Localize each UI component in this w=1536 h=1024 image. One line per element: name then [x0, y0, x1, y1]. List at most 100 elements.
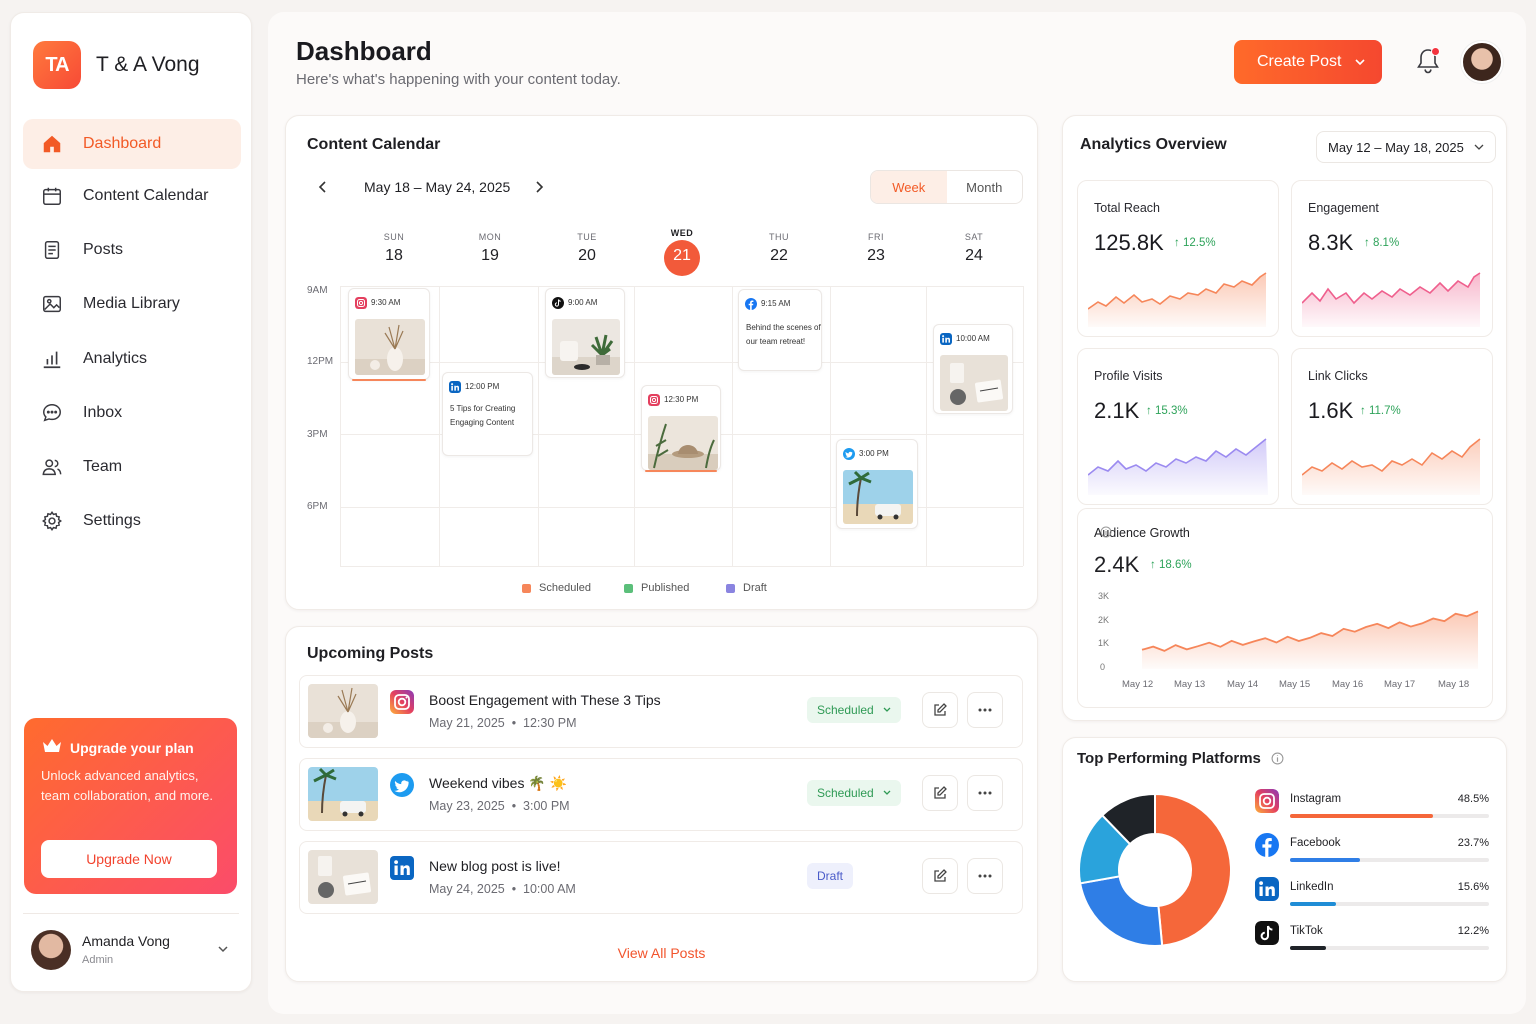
facebook-icon — [745, 298, 757, 310]
metric-change: ↑ 8.1% — [1364, 237, 1400, 249]
post-date: May 23, 2025 — [429, 799, 505, 813]
post-time: 10:00 AM — [523, 882, 576, 896]
avatar[interactable] — [1461, 41, 1503, 83]
sidebar-item-settings[interactable]: Settings — [23, 496, 241, 546]
content-calendar-card: Content Calendar May 18 – May 24, 2025 W… — [285, 115, 1038, 610]
sidebar-item-posts[interactable]: Posts — [23, 225, 241, 275]
create-post-button[interactable]: Create Post — [1234, 40, 1382, 84]
info-icon[interactable] — [1271, 752, 1284, 765]
post-time: 9:00 AM — [568, 298, 598, 307]
edit-icon — [934, 786, 947, 799]
analytics-overview-card: Analytics Overview May 12 – May 18, 2025… — [1062, 115, 1507, 721]
calendar-post[interactable]: 12:00 PM 5 Tips for Creating Engaging Co… — [442, 372, 533, 456]
metric-value: 125.8K — [1094, 230, 1164, 255]
grid-line — [340, 362, 1023, 363]
platforms-title-text: Top Performing Platforms — [1077, 750, 1261, 767]
platforms-title: Top Performing Platforms — [1077, 750, 1284, 767]
chevron-left-icon[interactable] — [317, 180, 329, 194]
sidebar-item-analytics[interactable]: Analytics — [23, 334, 241, 384]
day-header: THU 22 — [749, 232, 809, 265]
legend-item: Scheduled — [522, 582, 591, 594]
calendar-post[interactable]: 10:00 AM — [933, 324, 1013, 414]
calendar-post[interactable]: 9:30 AM — [348, 288, 430, 381]
status-badge[interactable]: Scheduled — [807, 780, 901, 806]
metric-label: Profile Visits — [1094, 369, 1163, 383]
time-label: 12PM — [307, 356, 334, 367]
sidebar-item-inbox[interactable]: Inbox — [23, 388, 241, 438]
status-bar-scheduled — [352, 379, 426, 381]
metric-change-value: 12.5% — [1182, 237, 1216, 249]
top-platforms-card: Top Performing Platforms Instagram 48.5%… — [1062, 737, 1507, 982]
view-toggle: Week Month — [870, 170, 1023, 204]
sidebar-item-content-calendar[interactable]: Content Calendar — [23, 171, 241, 221]
chevron-down-icon — [883, 790, 891, 795]
progress-fill — [1290, 902, 1337, 906]
sidebar-item-label: Posts — [83, 241, 124, 258]
divider — [23, 913, 239, 914]
metric-card: Link Clicks 1.6K ↑ 11.7% — [1291, 348, 1493, 505]
post-thumbnail — [308, 767, 378, 821]
sidebar-item-label: Team — [83, 458, 123, 475]
calendar-post[interactable]: 9:15 AM Behind the scenes of our team re… — [738, 289, 822, 371]
calendar-post[interactable]: 12:30 PM — [641, 385, 721, 472]
avatar[interactable] — [31, 930, 71, 970]
facebook-icon — [1255, 833, 1279, 857]
progress-fill — [1290, 946, 1327, 950]
tab-month[interactable]: Month — [947, 171, 1023, 203]
grid-line — [340, 507, 1023, 508]
platform-row: Instagram 48.5% — [1255, 789, 1489, 829]
chevron-down-icon — [883, 707, 891, 712]
list-item[interactable]: Boost Engagement with These 3 Tips May 2… — [299, 675, 1023, 748]
legend-label: Scheduled — [539, 582, 591, 594]
calendar-post[interactable]: 9:00 AM — [545, 288, 625, 378]
chevron-right-icon[interactable] — [533, 180, 545, 194]
sidebar: TA T & A Vong Dashboard Content Calendar… — [10, 12, 252, 992]
sidebar-item-label: Content Calendar — [83, 187, 209, 204]
sidebar-item-team[interactable]: Team — [23, 442, 241, 492]
brand-logo[interactable]: TA — [33, 41, 81, 89]
post-thumbnail — [308, 850, 378, 904]
legend-item: Draft — [726, 582, 767, 594]
post-time: 3:00 PM — [859, 449, 889, 458]
post-text: Behind the scenes of our team retreat! — [746, 323, 821, 346]
edit-button[interactable] — [922, 775, 958, 811]
legend-swatch — [522, 583, 531, 593]
tab-week[interactable]: Week — [871, 171, 947, 203]
sidebar-item-media-library[interactable]: Media Library — [23, 279, 241, 329]
metric-change-value: 8.1% — [1372, 237, 1400, 249]
sidebar-item-label: Dashboard — [83, 135, 162, 152]
edit-button[interactable] — [922, 692, 958, 728]
grid-line — [340, 566, 1023, 567]
more-button[interactable] — [967, 692, 1003, 728]
metric-change-value: 11.7% — [1368, 405, 1401, 417]
view-all-posts-link[interactable]: View All Posts — [286, 945, 1037, 961]
progress-fill — [1290, 814, 1434, 818]
sparkline — [1302, 438, 1481, 495]
list-item[interactable]: New blog post is live! May 24, 2025 • 10… — [299, 841, 1023, 914]
day-date: 21 — [673, 247, 691, 264]
status-badge[interactable]: Draft — [807, 863, 854, 889]
legend-label: Published — [641, 582, 690, 594]
edit-button[interactable] — [922, 858, 958, 894]
post-time: 3:00 PM — [523, 799, 570, 813]
status-badge[interactable]: Scheduled — [807, 697, 901, 723]
day-name: TUE — [577, 232, 597, 242]
grid-line — [1023, 286, 1024, 566]
chevron-down-icon[interactable] — [217, 943, 229, 955]
instagram-icon — [390, 690, 414, 714]
linkedin-icon — [1255, 877, 1279, 901]
list-item[interactable]: Weekend vibes 🌴 ☀️ May 23, 2025 • 3:00 P… — [299, 758, 1023, 831]
date-range-select[interactable]: May 12 – May 18, 2025 — [1316, 131, 1496, 163]
more-button[interactable] — [967, 858, 1003, 894]
post-title: Weekend vibes 🌴 ☀️ — [429, 775, 568, 791]
calendar-post[interactable]: 3:00 PM — [836, 439, 918, 529]
sidebar-item-dashboard[interactable]: Dashboard — [23, 119, 241, 169]
progress-track — [1290, 858, 1489, 862]
metric-value: 1.6K — [1308, 398, 1354, 423]
metric-card: Total Reach 125.8K ↑ 12.5% — [1077, 180, 1279, 337]
chat-bubble-icon — [43, 404, 61, 422]
legend-label: Draft — [743, 582, 767, 594]
upgrade-button[interactable]: Upgrade Now — [41, 840, 217, 878]
instagram-icon — [1255, 789, 1279, 813]
more-button[interactable] — [967, 775, 1003, 811]
